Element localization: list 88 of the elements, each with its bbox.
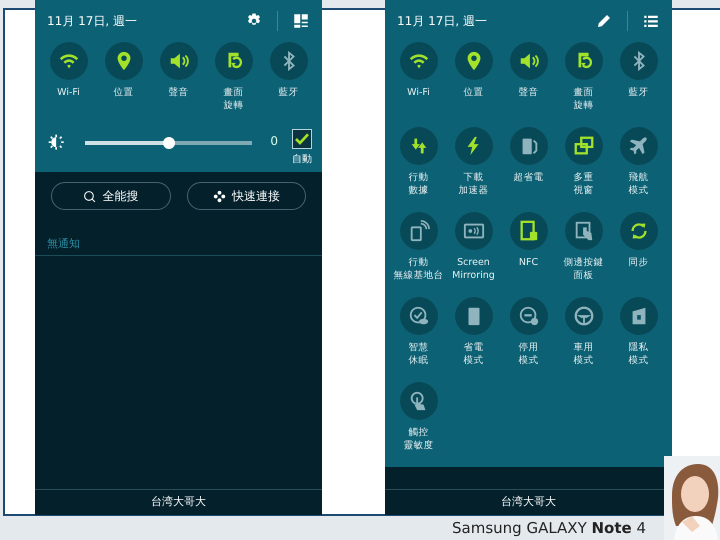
toggle-label: 模式 bbox=[574, 354, 594, 368]
toggle-label: 模式 bbox=[628, 184, 648, 198]
check-icon bbox=[294, 131, 310, 147]
eye-check-icon bbox=[408, 305, 430, 327]
toggle-button[interactable] bbox=[270, 42, 308, 80]
toggle-label: 行動 bbox=[408, 172, 428, 185]
toggle-button[interactable] bbox=[510, 212, 548, 250]
toggle-label: 旋轉 bbox=[224, 100, 244, 113]
toggle-label: NFC bbox=[518, 257, 540, 270]
steering-wheel-icon bbox=[572, 305, 594, 327]
minus-clock-icon bbox=[518, 305, 540, 327]
toggle-label: 下載 bbox=[464, 172, 484, 185]
toggle-button[interactable] bbox=[400, 212, 438, 250]
toggle-label: 聲音 bbox=[168, 87, 190, 100]
toggle-button[interactable] bbox=[510, 42, 548, 80]
toggle-button[interactable] bbox=[620, 212, 658, 250]
toggle-label: 畫面 bbox=[574, 87, 594, 100]
carrier-name: 台湾大哥大 bbox=[35, 489, 322, 515]
toggle-button[interactable] bbox=[454, 42, 492, 80]
toggle-label: 模式 bbox=[518, 354, 538, 368]
toggle-label: 面板 bbox=[574, 270, 594, 283]
tablet-icon bbox=[518, 220, 540, 242]
toggle-button[interactable] bbox=[620, 42, 658, 80]
toggle-button[interactable] bbox=[160, 42, 198, 80]
search-button[interactable]: 全能搜 bbox=[51, 182, 170, 210]
toggle-label: Wi-Fi bbox=[406, 87, 431, 100]
banner-text: Samsung GALAXY Note 4 bbox=[452, 519, 646, 537]
toggle-button[interactable] bbox=[564, 42, 602, 80]
slider-thumb[interactable] bbox=[162, 137, 175, 149]
toggle-label: 藍牙 bbox=[628, 87, 650, 100]
toggle-label: 視窗 bbox=[574, 184, 594, 198]
toggle-label: 位置 bbox=[112, 87, 134, 100]
toggle-label: 多重 bbox=[574, 172, 594, 185]
toggle-label: 停用 bbox=[518, 342, 538, 355]
toggle-label: 畫面 bbox=[224, 87, 244, 100]
auto-checkbox[interactable] bbox=[292, 129, 312, 149]
pencil-icon[interactable] bbox=[595, 12, 613, 30]
notifications-header: 無通知 bbox=[35, 220, 322, 256]
grid-icon[interactable] bbox=[292, 12, 310, 30]
toggle-button[interactable] bbox=[564, 212, 602, 250]
toggle-label: 觸控 bbox=[408, 427, 428, 440]
phone-signal-icon bbox=[408, 220, 430, 242]
toggle-label: 藍牙 bbox=[278, 87, 300, 100]
search-icon bbox=[83, 190, 96, 202]
toggle-label: 行動 bbox=[408, 257, 428, 270]
date-text: 11月 17日, 週一 bbox=[397, 12, 488, 30]
toggle-button[interactable] bbox=[104, 42, 142, 80]
airplane-icon bbox=[628, 135, 650, 157]
toggle-label: 休眠 bbox=[408, 354, 428, 368]
toggle-label: 旋轉 bbox=[574, 100, 594, 113]
windows-icon bbox=[572, 135, 594, 157]
auto-label: 自動 bbox=[292, 153, 312, 166]
toggle-label: 加速器 bbox=[458, 184, 488, 198]
toggle-label: 位置 bbox=[462, 87, 484, 100]
toggle-label: 模式 bbox=[464, 354, 484, 368]
toggle-button[interactable] bbox=[400, 42, 438, 80]
toggle-label: 省電 bbox=[464, 342, 484, 355]
toggle-button[interactable] bbox=[510, 127, 548, 165]
toggle-label: 靈敏度 bbox=[404, 440, 434, 453]
toggle-label: Wi-Fi bbox=[56, 87, 81, 100]
toggle-label: 智慧 bbox=[408, 342, 428, 355]
toggle-label: 無線基地台 bbox=[394, 270, 444, 283]
toggle-label: 車用 bbox=[574, 342, 594, 355]
toggle-button[interactable] bbox=[454, 127, 492, 165]
toggle-button[interactable] bbox=[400, 127, 438, 165]
toggle-label: 超省電 bbox=[512, 172, 544, 185]
toggle-button[interactable] bbox=[454, 297, 492, 335]
toggle-label: 隱私 bbox=[628, 342, 648, 355]
toggle-button[interactable] bbox=[214, 42, 252, 80]
toggle-button[interactable] bbox=[620, 297, 658, 335]
toggle-button[interactable] bbox=[400, 297, 438, 335]
toggle-button[interactable] bbox=[454, 212, 492, 250]
toggle-button[interactable] bbox=[510, 297, 548, 335]
toggle-button[interactable] bbox=[564, 297, 602, 335]
toggle-label: 模式 bbox=[628, 354, 648, 368]
toggle-label: 同步 bbox=[628, 257, 650, 270]
toggle-button[interactable] bbox=[50, 42, 88, 80]
toggle-label: Screen Mirroring bbox=[451, 257, 496, 283]
toggle-button[interactable] bbox=[400, 382, 438, 420]
brightness-reading: 0 bbox=[270, 134, 278, 148]
toggle-label: 飛航 bbox=[628, 172, 648, 185]
toggle-label: 數據 bbox=[408, 184, 428, 198]
toggle-label: 聲音 bbox=[518, 87, 540, 100]
date-text: 11月 17日, 週一 bbox=[47, 12, 138, 30]
toggle-button[interactable] bbox=[620, 127, 658, 165]
toggle-label: 側邊按鍵 bbox=[564, 257, 604, 270]
connect-button[interactable]: 快速連接 bbox=[186, 182, 306, 210]
toggle-button[interactable] bbox=[564, 127, 602, 165]
